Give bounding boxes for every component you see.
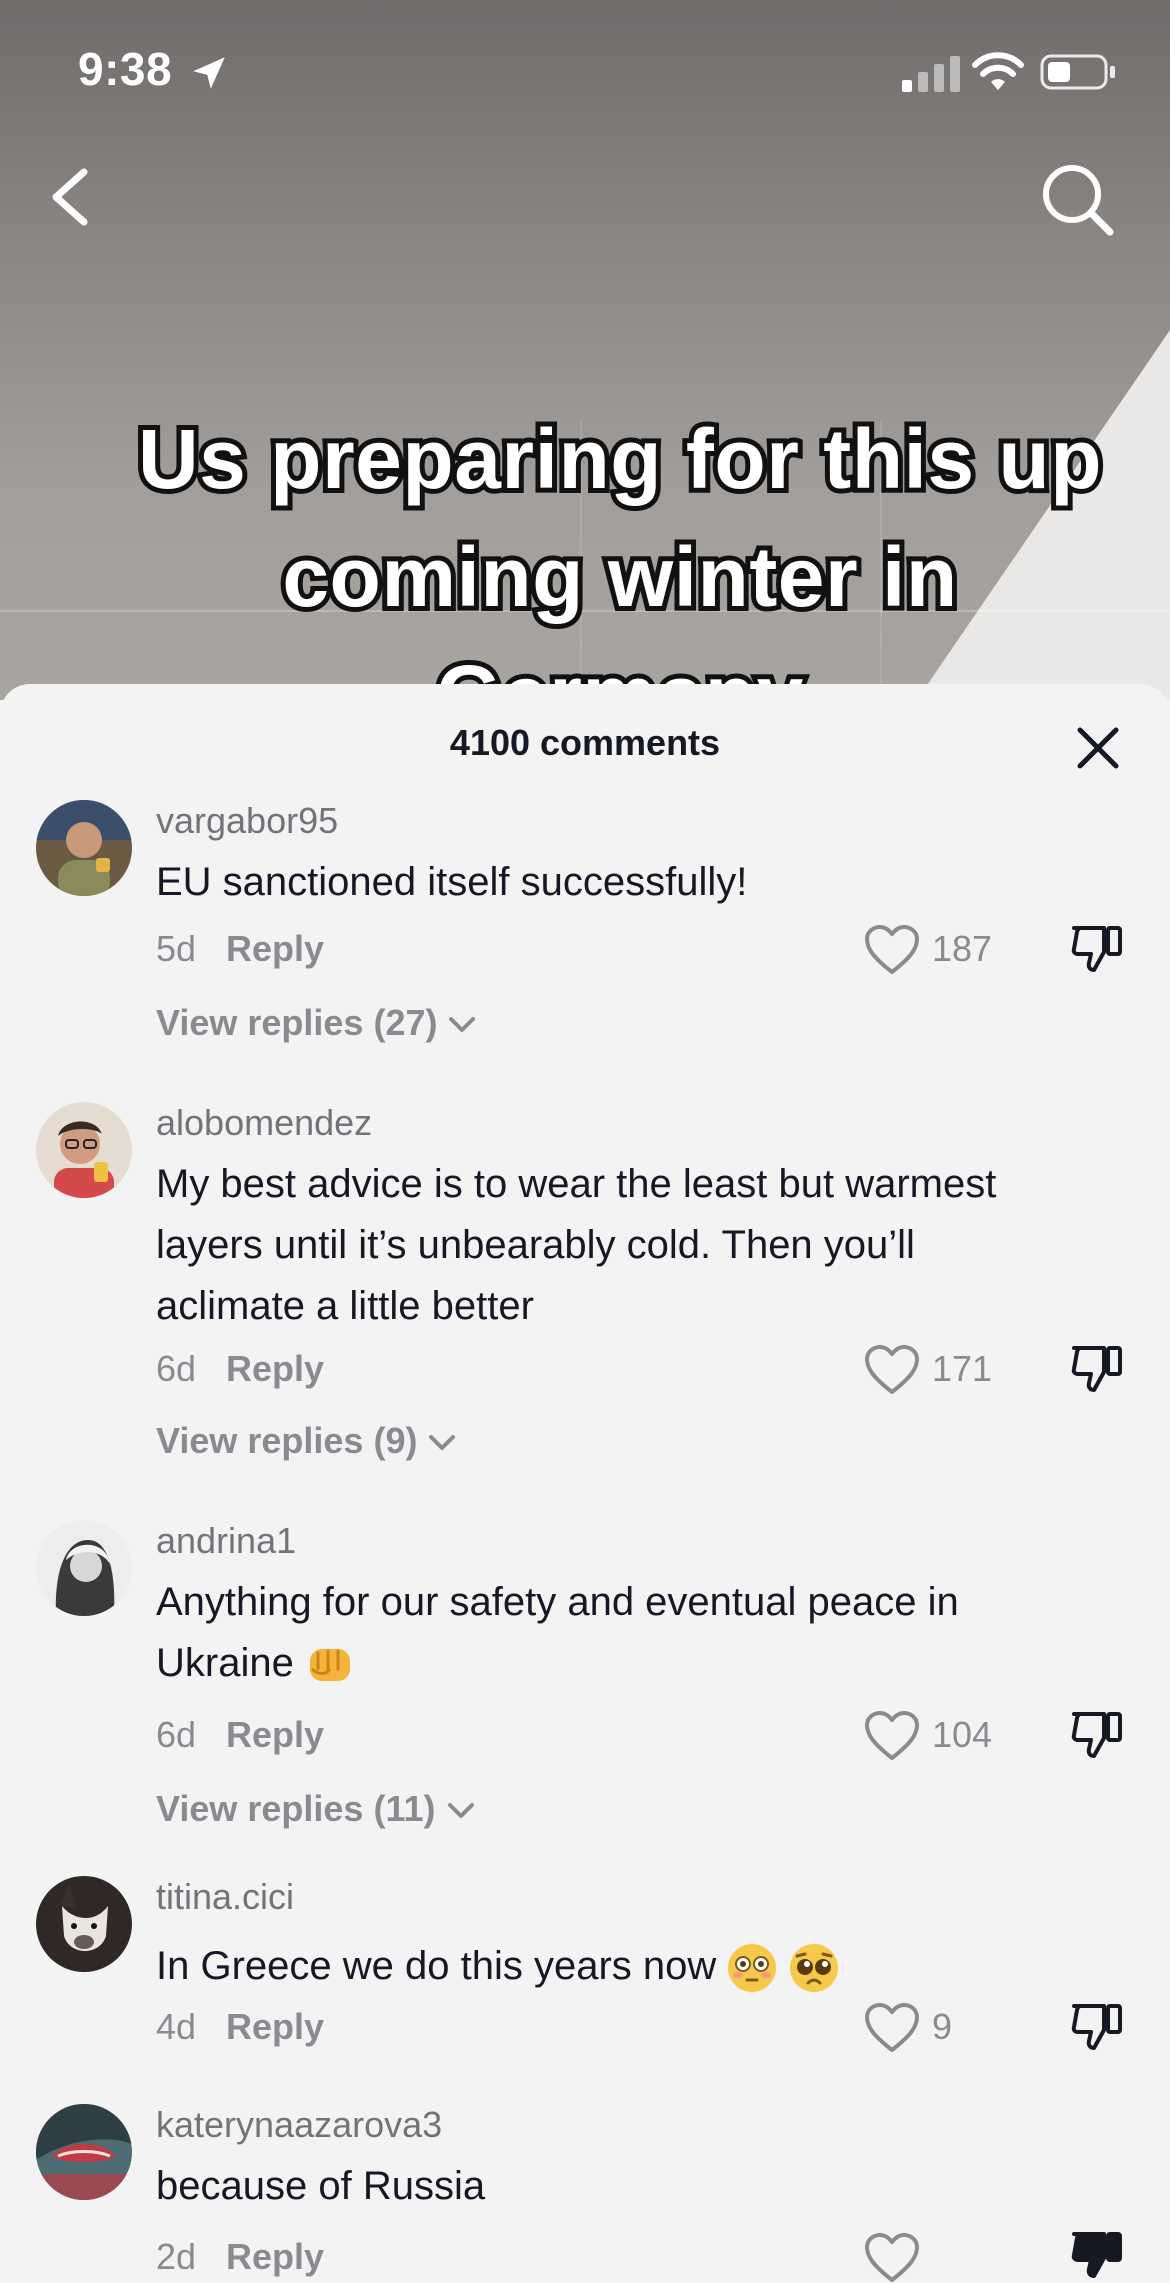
video-caption: Us preparing for this up coming winter i…	[133, 407, 1107, 700]
avatar[interactable]	[36, 800, 132, 896]
comments-count-title: 4100 comments	[449, 722, 721, 763]
chevron-down-icon	[429, 1435, 456, 1451]
back-button[interactable]	[40, 160, 100, 234]
heart-icon[interactable]	[864, 2232, 920, 2283]
oncoming-fist-emoji-icon	[309, 1649, 350, 1682]
heart-icon[interactable]	[864, 1344, 920, 1396]
chevron-down-icon	[449, 1017, 476, 1033]
comment-age: 4d	[156, 2006, 197, 2047]
comment-username[interactable]: andrina1	[156, 1520, 296, 1562]
status-bar: 9:38	[0, 0, 1170, 150]
dislike-icon-filled[interactable]	[1070, 2228, 1124, 2282]
view-replies-button[interactable]: View replies (9)	[156, 1420, 457, 1462]
comment-text: Anything for our safety and eventual pea…	[156, 1572, 1026, 1694]
comment-username[interactable]: vargabor95	[156, 800, 338, 842]
comment-username[interactable]: titina.cici	[156, 1876, 294, 1918]
comment-text-body: In Greece we do this years now	[156, 1944, 717, 1988]
view-replies-label: View replies (9)	[156, 1420, 418, 1461]
comment-text: In Greece we do this years now	[156, 1936, 1026, 1997]
reply-button[interactable]: Reply	[226, 2006, 324, 2048]
comment-username[interactable]: katerynaazarova3	[156, 2104, 442, 2146]
like-count: 104	[932, 1714, 993, 1755]
cellular-signal-icon	[902, 56, 960, 92]
heart-icon[interactable]	[864, 2002, 920, 2054]
heart-icon[interactable]	[864, 1710, 920, 1762]
status-time: 9:38	[78, 43, 173, 95]
comment-text: because of Russia	[156, 2164, 486, 2208]
chevron-down-icon	[447, 1803, 474, 1819]
close-icon[interactable]	[1070, 720, 1126, 776]
heart-icon[interactable]	[864, 924, 920, 976]
view-replies-button[interactable]: View replies (11)	[156, 1788, 476, 1830]
comments-sheet: 4100 comments vargabor95 EU sanctioned i…	[0, 684, 1170, 2283]
dislike-icon[interactable]	[1070, 1342, 1124, 1396]
comment-age: 5d	[156, 928, 197, 969]
like-count: 171	[932, 1348, 993, 1389]
search-icon[interactable]	[1038, 160, 1116, 238]
view-replies-label: View replies (11)	[156, 1788, 436, 1829]
comment-text: EU sanctioned itself successfully!	[156, 860, 748, 904]
reply-button[interactable]: Reply	[226, 2236, 324, 2278]
reply-button[interactable]: Reply	[226, 1714, 324, 1756]
reply-button[interactable]: Reply	[226, 928, 324, 970]
location-arrow-icon	[193, 57, 225, 89]
comment-age: 6d	[156, 1348, 197, 1389]
reply-button[interactable]: Reply	[226, 1348, 324, 1390]
dislike-icon[interactable]	[1070, 1708, 1124, 1762]
wifi-icon	[972, 52, 1024, 90]
dislike-icon[interactable]	[1070, 2000, 1124, 2054]
like-count: 187	[932, 928, 993, 969]
like-count: 9	[932, 2006, 953, 2047]
avatar[interactable]	[36, 1102, 132, 1198]
comment-username[interactable]: alobomendez	[156, 1102, 372, 1144]
avatar[interactable]	[36, 1520, 132, 1616]
comment-text-body: Anything for our safety and eventual pea…	[156, 1580, 959, 1685]
pleading-face-emoji-icon	[790, 1944, 839, 1993]
view-replies-button[interactable]: View replies (27)	[156, 1002, 477, 1044]
view-replies-label: View replies (27)	[156, 1002, 438, 1043]
avatar[interactable]	[36, 2104, 132, 2200]
comment-age: 2d	[156, 2236, 197, 2277]
flushed-face-emoji-icon	[728, 1944, 777, 1993]
dislike-icon[interactable]	[1070, 922, 1124, 976]
comment-age: 6d	[156, 1714, 197, 1755]
battery-icon	[1040, 54, 1115, 90]
avatar[interactable]	[36, 1876, 132, 1972]
comment-text: My best advice is to wear the least but …	[156, 1162, 997, 1328]
